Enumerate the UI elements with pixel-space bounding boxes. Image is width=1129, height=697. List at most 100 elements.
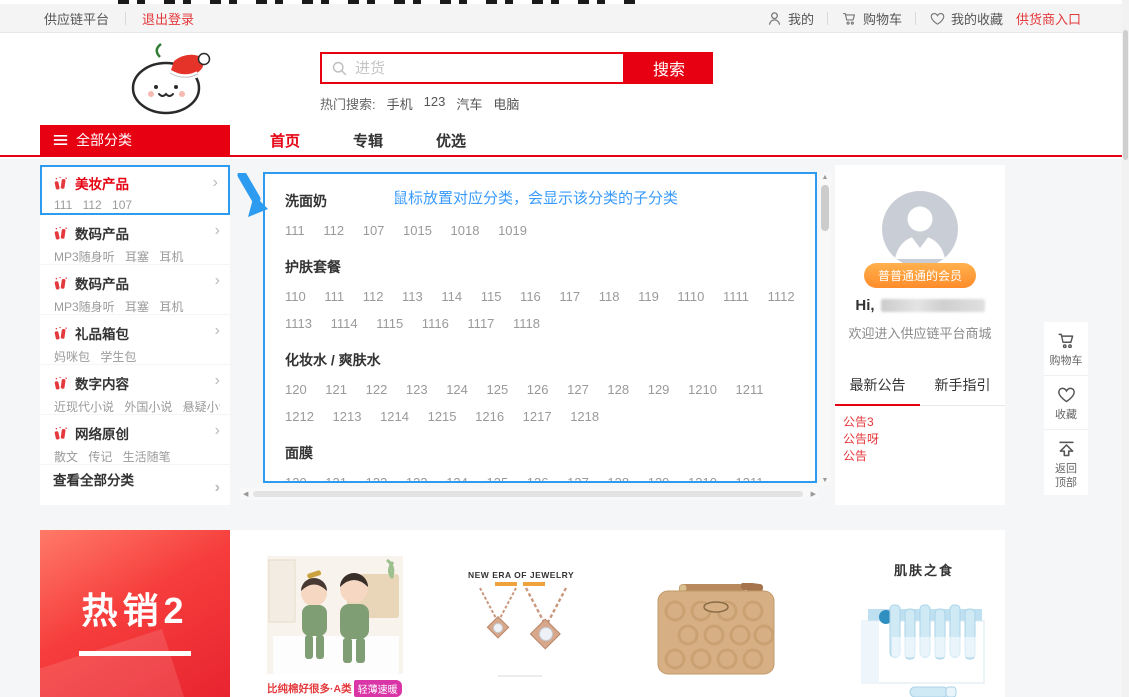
cart-icon: [1056, 330, 1077, 351]
hot-keyword[interactable]: 123: [424, 94, 446, 113]
search-input[interactable]: [355, 55, 623, 81]
rail-cart-button[interactable]: 购物车: [1044, 322, 1088, 375]
scrollbar-thumb[interactable]: [821, 185, 829, 231]
hot-keyword[interactable]: 手机: [387, 94, 413, 113]
browser-scrollbar[interactable]: [1122, 0, 1129, 697]
main-nav: 全部分类 首页 专辑 优选: [0, 125, 1129, 157]
sidebar-item-digital-1[interactable]: 数码产品 MP3随身听 耳塞 耳机: [40, 215, 230, 265]
rail-label: 返回顶部: [1054, 462, 1078, 490]
scroll-down-arrow[interactable]: [819, 477, 831, 484]
product-image-coach: [657, 583, 775, 675]
scrollbar-thumb[interactable]: [253, 491, 803, 497]
product-skincare[interactable]: 肌肤之食: [848, 560, 1000, 697]
category-sublinks[interactable]: MP3随身听 耳塞 耳机: [54, 248, 220, 265]
back-to-top-button[interactable]: 返回顶部: [1044, 429, 1088, 497]
product-image-kids: [267, 556, 403, 674]
nav-featured[interactable]: 优选: [436, 130, 466, 151]
sidebar-item-gifts[interactable]: 礼品箱包 妈咪包 学生包: [40, 315, 230, 365]
logout-link[interactable]: 退出登录: [142, 9, 194, 28]
heart-icon: [929, 10, 946, 27]
cart-icon: [841, 10, 858, 27]
chevron-right-icon: [213, 174, 218, 192]
tab-beginner-guide[interactable]: 新手指引: [920, 375, 1005, 405]
category-sidebar: 美妆产品 111 112 107 数码产品 MP3随身听 耳塞 耳机 数码产品 …: [40, 165, 230, 505]
hot-sale-banner[interactable]: 热销2: [40, 530, 230, 697]
avatar: [882, 191, 958, 267]
product-caption: 比纯棉好很多·A类: [267, 681, 352, 696]
back-to-top-icon: [1056, 438, 1077, 459]
subcategory-links[interactable]: 130 131 132 133 134 135 136 137 138 139 …: [285, 469, 797, 483]
view-all-categories-link[interactable]: 查看全部分类: [40, 465, 230, 496]
notice-tabs: 最新公告 新手指引: [835, 375, 1005, 406]
subcategory-group-title[interactable]: 面膜: [285, 443, 797, 463]
category-label: 美妆产品: [75, 173, 129, 193]
page: 供应链平台 退出登录 我的 购物车 我的收藏 供货商入口: [0, 0, 1129, 697]
chevron-right-icon: [215, 322, 220, 340]
sidebar-item-digital-2[interactable]: 数码产品 MP3随身听 耳塞 耳机: [40, 265, 230, 315]
subcategory-links[interactable]: 120 121 122 123 124 125 126 127 128 129 …: [285, 376, 797, 430]
hot-search-label: 热门搜索:: [320, 94, 376, 113]
notice-link[interactable]: 公告呀: [843, 431, 1005, 448]
rail-favorite-button[interactable]: 收藏: [1044, 375, 1088, 429]
user-panel: 普普通通的会员 Hi, 欢迎进入供应链平台商城 最新公告 新手指引 公告3 公告…: [835, 165, 1005, 505]
search-box: [320, 52, 625, 84]
category-icon: [53, 426, 68, 441]
flyout-horizontal-scrollbar[interactable]: [240, 488, 819, 500]
nav-home[interactable]: 首页: [270, 130, 300, 151]
supplier-entry-link[interactable]: 供货商入口: [1016, 9, 1081, 28]
category-label: 礼品箱包: [75, 323, 129, 343]
category-sublinks[interactable]: 散文 传记 生活随笔: [54, 448, 220, 465]
divider: [827, 12, 828, 25]
category-label: 网络原创: [75, 423, 129, 443]
heart-icon: [1056, 384, 1077, 405]
category-icon: [53, 276, 68, 291]
product-image-jewelry: [468, 586, 572, 682]
sidebar-item-web-original[interactable]: 网络原创 散文 传记 生活随笔: [40, 415, 230, 465]
hot-keyword[interactable]: 电脑: [493, 94, 519, 113]
divider: [915, 12, 916, 25]
category-icon: [53, 376, 68, 391]
product-image-skincare: [848, 579, 1000, 697]
nav-albums[interactable]: 专辑: [353, 130, 383, 151]
product-coach-wallet[interactable]: [657, 583, 775, 680]
notice-link[interactable]: 公告: [843, 448, 1005, 465]
promo-products-area: 比纯棉好很多·A类 轻薄速暖 NEW ERA OF JEWELRY: [230, 530, 1005, 697]
person-icon: [766, 10, 783, 27]
snowman-logo[interactable]: [116, 39, 226, 119]
my-account-link[interactable]: 我的: [766, 9, 814, 28]
floating-toolbar: 购物车 收藏 返回顶部: [1044, 322, 1088, 495]
search-icon: [331, 60, 348, 77]
subcategory-group-title[interactable]: 护肤套餐: [285, 257, 797, 277]
category-sublinks[interactable]: 妈咪包 学生包: [54, 348, 220, 365]
banner-underline: [79, 651, 191, 656]
sidebar-item-digital-content[interactable]: 数字内容 近现代小说 外国小说 悬疑小说: [40, 365, 230, 415]
sidebar-item-beauty[interactable]: 美妆产品 111 112 107: [40, 165, 230, 215]
flyout-vertical-scrollbar[interactable]: [819, 172, 831, 486]
notice-link[interactable]: 公告3: [843, 414, 1005, 431]
favorites-link[interactable]: 我的收藏: [929, 9, 1003, 28]
chevron-right-icon: [215, 222, 220, 240]
brand-link[interactable]: 供应链平台: [44, 9, 109, 28]
hot-keyword[interactable]: 汽车: [456, 94, 482, 113]
scroll-up-arrow[interactable]: [819, 174, 831, 181]
product-jewelry[interactable]: NEW ERA OF JEWELRY: [468, 570, 572, 687]
product-kids-pajamas[interactable]: 比纯棉好很多·A类 轻薄速暖: [267, 556, 403, 697]
category-sublinks[interactable]: 111 112 107: [54, 198, 220, 212]
header: 搜索 热门搜索: 手机 123 汽车 电脑: [0, 33, 1129, 125]
cart-link[interactable]: 购物车: [841, 9, 902, 28]
divider: [125, 12, 126, 25]
scroll-right-arrow[interactable]: [811, 490, 816, 498]
category-sublinks[interactable]: MP3随身听 耳塞 耳机: [54, 298, 220, 315]
subcategory-links[interactable]: 110 111 112 113 114 115 116 117 118 119 …: [285, 283, 797, 337]
category-label: 数字内容: [75, 373, 129, 393]
subcategory-group-title[interactable]: 化妆水 / 爽肤水: [285, 350, 797, 370]
scroll-left-arrow[interactable]: [243, 490, 248, 498]
category-sublinks[interactable]: 近现代小说 外国小说 悬疑小说: [54, 398, 220, 415]
username-redacted: [881, 299, 985, 312]
browser-scrollbar-thumb[interactable]: [1123, 30, 1128, 160]
all-categories-button[interactable]: 全部分类: [40, 125, 230, 155]
tab-latest-notices[interactable]: 最新公告: [835, 375, 920, 406]
subcategory-links[interactable]: 111 112 107 1015 1018 1019: [285, 217, 797, 244]
chevron-right-icon: [215, 272, 220, 290]
search-button[interactable]: 搜索: [625, 52, 713, 84]
